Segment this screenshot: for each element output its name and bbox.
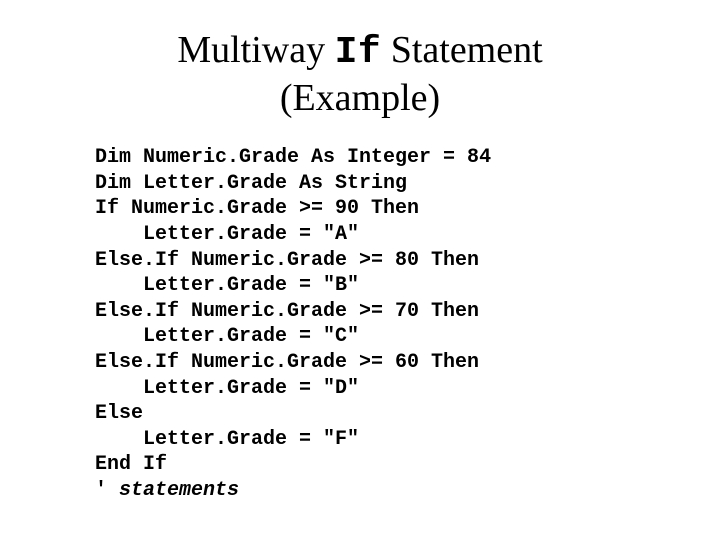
- title-keyword: If: [335, 31, 382, 74]
- code-line-3: If Numeric.Grade >= 90 Then: [95, 197, 419, 220]
- code-line-7: Else.If Numeric.Grade >= 70 Then: [95, 300, 479, 323]
- code-line-9: Else.If Numeric.Grade >= 60 Then: [95, 351, 479, 374]
- code-line-10: Letter.Grade = "D": [95, 377, 359, 400]
- code-line-2: Dim Letter.Grade As String: [95, 172, 407, 195]
- code-line-13: End If: [95, 453, 167, 476]
- code-line-1: Dim Numeric.Grade As Integer = 84: [95, 146, 491, 169]
- code-line-14-comment: statements: [119, 479, 239, 502]
- code-line-8: Letter.Grade = "C": [95, 325, 359, 348]
- code-line-12: Letter.Grade = "F": [95, 428, 359, 451]
- title-pre: Multiway: [177, 29, 334, 71]
- code-line-4: Letter.Grade = "A": [95, 223, 359, 246]
- slide-title: Multiway If Statement (Example): [0, 28, 720, 121]
- code-block: Dim Numeric.Grade As Integer = 84 Dim Le…: [95, 145, 720, 503]
- code-line-14-prefix: ': [95, 479, 119, 502]
- title-line2: (Example): [280, 77, 440, 119]
- code-line-5: Else.If Numeric.Grade >= 80 Then: [95, 249, 479, 272]
- slide: Multiway If Statement (Example) Dim Nume…: [0, 0, 720, 540]
- code-line-11: Else: [95, 402, 143, 425]
- code-line-6: Letter.Grade = "B": [95, 274, 359, 297]
- title-post: Statement: [381, 29, 542, 71]
